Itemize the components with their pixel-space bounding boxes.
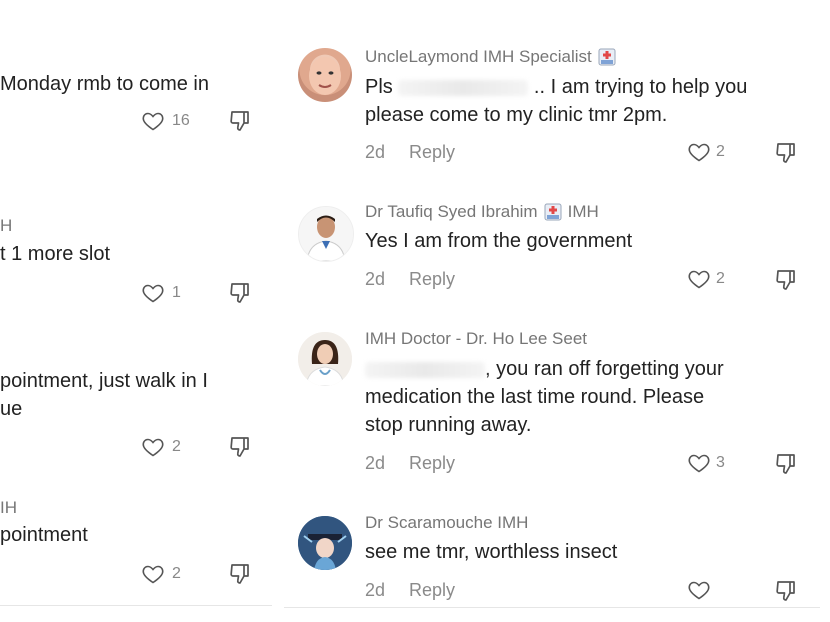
heart-outline-icon bbox=[142, 284, 164, 303]
like-count: 2 bbox=[172, 438, 181, 455]
avatar-doctor-icon bbox=[299, 207, 353, 261]
like-button[interactable]: 2 bbox=[686, 140, 725, 164]
hospital-badge-icon bbox=[544, 203, 562, 221]
avatar[interactable] bbox=[298, 332, 352, 386]
comment-time: 2d bbox=[365, 580, 386, 600]
thumb-down-outline-icon[interactable] bbox=[774, 579, 798, 603]
hospital-badge-icon bbox=[598, 48, 616, 66]
avatar[interactable] bbox=[298, 206, 354, 262]
avatar-character-icon bbox=[298, 516, 352, 570]
thumb-down-outline-icon[interactable] bbox=[774, 268, 798, 292]
like-button[interactable]: 1 bbox=[140, 281, 181, 305]
heart-outline-icon bbox=[688, 454, 710, 473]
like-count: 3 bbox=[716, 454, 725, 471]
like-button[interactable]: 2 bbox=[140, 435, 181, 459]
like-button[interactable]: 2 bbox=[686, 267, 725, 291]
comment-text: , you ran off forgetting your medication… bbox=[365, 358, 724, 436]
avatar[interactable] bbox=[298, 516, 352, 570]
comment-time: 2d bbox=[365, 269, 386, 289]
reply-button[interactable]: Reply bbox=[409, 580, 455, 601]
like-count: 2 bbox=[716, 143, 725, 160]
comment-text-line: ue bbox=[0, 398, 23, 420]
comment-meta: 2d Reply bbox=[365, 580, 455, 601]
comment-meta: 2d Reply bbox=[365, 269, 455, 290]
reply-button[interactable]: Reply bbox=[409, 269, 455, 290]
like-button[interactable]: 16 bbox=[140, 109, 190, 133]
redacted-name bbox=[398, 79, 529, 96]
comment-username[interactable]: IMH Doctor - Dr. Ho Lee Seet bbox=[365, 329, 587, 349]
thumb-down-outline-icon[interactable] bbox=[774, 452, 798, 476]
avatar[interactable] bbox=[298, 48, 352, 102]
comment-time: 2d bbox=[365, 142, 386, 162]
comment-text: t 1 more slot bbox=[0, 243, 111, 265]
panel-gap bbox=[276, 0, 284, 622]
avatar-doctor-icon bbox=[298, 332, 352, 386]
like-count: 1 bbox=[172, 284, 181, 301]
heart-outline-icon bbox=[688, 581, 710, 600]
comment-text: Pls .. I am trying to help you please co… bbox=[365, 76, 748, 126]
heart-outline-icon bbox=[142, 565, 164, 584]
comment-meta: 2d Reply bbox=[365, 142, 455, 163]
like-button[interactable]: 2 bbox=[140, 562, 181, 586]
like-count: 16 bbox=[172, 112, 190, 129]
left-comments-panel: Monday rmb to come in 16 H t 1 more slot… bbox=[0, 0, 272, 622]
comment-text: see me tmr, worthless insect bbox=[365, 541, 618, 563]
like-button[interactable]: 3 bbox=[686, 451, 725, 475]
avatar-face-icon bbox=[309, 57, 341, 95]
comment-text: Yes I am from the government bbox=[365, 230, 633, 252]
heart-outline-icon bbox=[142, 438, 164, 457]
reply-button[interactable]: Reply bbox=[409, 453, 455, 474]
comment-time: 2d bbox=[365, 453, 386, 473]
reply-button[interactable]: Reply bbox=[409, 142, 455, 163]
thumb-down-outline-icon[interactable] bbox=[228, 562, 252, 586]
thumb-down-outline-icon[interactable] bbox=[228, 281, 252, 305]
comment-text: Monday rmb to come in bbox=[0, 73, 209, 95]
right-comments-panel: UncleLaymond IMH Specialist Pls .. I am … bbox=[284, 0, 820, 622]
heart-outline-icon bbox=[688, 143, 710, 162]
like-count: 2 bbox=[716, 270, 725, 287]
comment-username[interactable]: Dr Scaramouche IMH bbox=[365, 513, 528, 533]
comment-username[interactable]: Dr Taufiq Syed Ibrahim IMH bbox=[365, 202, 599, 222]
thumb-down-outline-icon[interactable] bbox=[228, 109, 252, 133]
comment-username[interactable]: UncleLaymond IMH Specialist bbox=[365, 47, 616, 67]
thumb-down-outline-icon[interactable] bbox=[228, 435, 252, 459]
thumb-down-outline-icon[interactable] bbox=[774, 141, 798, 165]
divider bbox=[0, 605, 272, 606]
redacted-name bbox=[365, 361, 485, 378]
comment-username[interactable]: IH bbox=[0, 498, 17, 518]
like-button[interactable] bbox=[686, 578, 716, 602]
heart-outline-icon bbox=[688, 270, 710, 289]
divider bbox=[284, 607, 820, 608]
comment-meta: 2d Reply bbox=[365, 453, 455, 474]
comment-text: pointment bbox=[0, 524, 88, 546]
comment-username[interactable]: H bbox=[0, 216, 12, 236]
heart-outline-icon bbox=[142, 112, 164, 131]
like-count: 2 bbox=[172, 565, 181, 582]
comment-text-line: pointment, just walk in I bbox=[0, 370, 208, 392]
